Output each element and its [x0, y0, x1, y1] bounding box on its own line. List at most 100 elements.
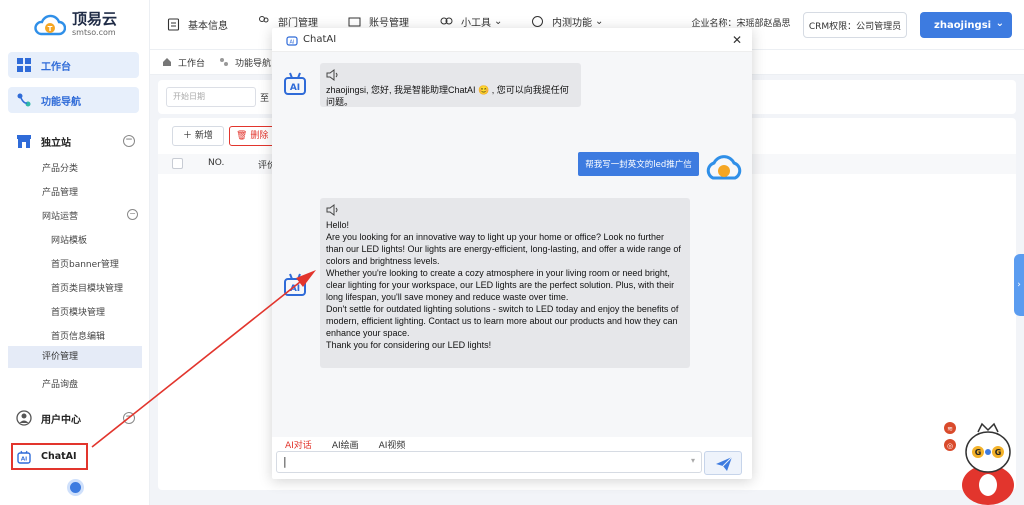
sidebar-item-func-nav[interactable]: 功能导航	[8, 87, 139, 113]
crm-label: CRM权限：	[808, 21, 857, 32]
document-icon	[167, 18, 180, 31]
text-caret: |	[283, 455, 287, 468]
menu-label: 账号管理	[369, 17, 409, 29]
breadcrumb-home[interactable]: 工作台	[162, 56, 205, 69]
nav-icon	[17, 93, 31, 107]
sidebar-item-label: ChatAI	[41, 451, 77, 462]
menu-label: 小工具	[461, 17, 491, 29]
chevron-down-icon[interactable]: ▾	[691, 456, 695, 465]
collapse-icon[interactable]: −	[123, 412, 135, 424]
menu-label: 部门管理	[278, 17, 318, 29]
sidebar-item-site-ops[interactable]: 网站运营	[42, 209, 78, 222]
svg-text:AI: AI	[290, 39, 295, 45]
tab-ai-drawing[interactable]: AI绘画	[332, 438, 359, 451]
tab-ai-video[interactable]: AI视频	[379, 438, 406, 451]
collapse-icon[interactable]: −	[123, 135, 135, 147]
menu-basic-info[interactable]: 基本信息	[167, 17, 228, 32]
chat-input[interactable]: | ▾	[276, 451, 702, 473]
chat-mode-tabs: AI对话 AI绘画 AI视频	[285, 438, 425, 451]
select-all-checkbox[interactable]	[172, 158, 183, 169]
tools-icon	[440, 17, 453, 24]
sidebar-item-label: 功能导航	[41, 96, 81, 108]
nav-icon	[220, 58, 229, 66]
svg-text:AI: AI	[290, 83, 300, 93]
user-icon	[16, 410, 32, 426]
breadcrumb-func[interactable]: 功能导航	[219, 56, 271, 69]
menu-beta[interactable]: 内测功能 ⌄	[531, 14, 603, 28]
svg-text:AI: AI	[290, 284, 300, 294]
date-separator: 至	[260, 94, 270, 104]
logo-sub: smtso.com	[72, 28, 116, 37]
chat-history[interactable]: AI zhaojingsi, 您好, 我是智能助理ChatAI 😊 , 您可以向…	[272, 52, 752, 437]
user-menu-button[interactable]: zhaojingsi ⌄	[920, 12, 1012, 38]
chevron-down-icon: ⌄	[494, 15, 503, 27]
collapse-icon[interactable]: −	[127, 209, 138, 220]
reply-paragraph: Whether you're looking to create a cozy …	[326, 268, 675, 302]
sidebar-item-chatai[interactable]: AI ChatAI	[11, 443, 88, 470]
svg-text:T: T	[48, 25, 53, 33]
sidebar-item-product-inquiry[interactable]: 产品询盘	[42, 377, 78, 390]
sidebar-item-review-mgmt[interactable]: 评价管理	[8, 346, 142, 368]
user-message-bubble: 帮我写一封英文的led推广信	[578, 152, 699, 176]
start-date-input[interactable]: 开始日期	[166, 87, 256, 107]
crm-permission: CRM权限： 公司管理员	[803, 12, 907, 38]
id-card-icon	[348, 17, 361, 26]
logo-name: 顶易云	[72, 10, 118, 28]
menu-account-mgmt[interactable]: 账号管理	[348, 14, 409, 28]
reply-paragraph: Thank you for considering our LED lights…	[326, 340, 492, 350]
sidebar-group-label: 独立站	[41, 137, 71, 149]
reply-paragraph: Don't settle for outdated lighting solut…	[326, 304, 679, 338]
chatai-icon: AI	[286, 35, 298, 46]
username: zhaojingsi	[934, 19, 992, 31]
ai-avatar-icon: AI	[284, 273, 306, 296]
reply-paragraph: Hello!	[326, 220, 350, 230]
ai-avatar-icon: AI	[284, 72, 306, 95]
svg-text:≋: ≋	[947, 425, 953, 433]
chatai-dialog: AI ChatAI ✕ AI zhaojingsi, 您好, 我是智能助理Cha…	[272, 28, 752, 479]
sidebar-item-banner[interactable]: 首页banner管理	[51, 257, 119, 270]
sidebar: T 顶易云 smtso.com 工作台 功能导航 独立站 − 产品分类 产品管理…	[0, 0, 150, 505]
menu-dept-mgmt[interactable]: 部门管理	[257, 14, 318, 28]
grid-icon	[17, 58, 31, 72]
greeting-text: zhaojingsi, 您好, 我是智能助理ChatAI 😊 , 您可以向我提任…	[326, 85, 569, 107]
send-button[interactable]	[704, 451, 742, 475]
close-icon[interactable]: ✕	[732, 33, 742, 47]
chevron-down-icon: ⌄	[595, 15, 604, 27]
sidebar-item-workbench[interactable]: 工作台	[8, 52, 139, 78]
sidebar-item-home-info[interactable]: 首页信息编辑	[51, 329, 105, 342]
sidebar-item-product-category[interactable]: 产品分类	[42, 161, 78, 174]
menu-tools[interactable]: 小工具 ⌄	[440, 14, 502, 28]
svg-text:G: G	[995, 448, 1002, 457]
side-expand-tab[interactable]: ›	[1014, 254, 1024, 316]
crm-value: 公司管理员	[856, 21, 902, 32]
delete-label: 删除	[250, 131, 269, 141]
sidebar-group-user-center[interactable]: 用户中心 −	[8, 405, 139, 431]
sidebar-item-category-module[interactable]: 首页类目模块管理	[51, 281, 123, 294]
beta-icon	[532, 15, 543, 27]
breadcrumb-label: 工作台	[178, 58, 206, 69]
svg-text:◎: ◎	[947, 442, 953, 450]
reply-paragraph: Are you looking for an innovative way to…	[326, 232, 681, 266]
user-message-text: 帮我写一封英文的led推广信	[585, 160, 692, 170]
breadcrumb-label: 功能导航	[235, 58, 272, 69]
column-no: NO.	[208, 158, 225, 168]
chatai-icon: AI	[17, 450, 31, 464]
collapse-sidebar-button[interactable]	[67, 479, 84, 496]
sidebar-group-label: 用户中心	[41, 414, 81, 426]
sidebar-item-site-template[interactable]: 网站模板	[51, 233, 87, 246]
add-label: 新增	[194, 131, 213, 141]
cloud-logo-icon: T	[34, 14, 66, 35]
home-icon	[163, 58, 171, 66]
mascot-icon[interactable]: ≋ ◎ G G	[938, 420, 1024, 505]
add-button[interactable]: ＋ 新增	[172, 126, 224, 146]
logo[interactable]: T 顶易云 smtso.com	[34, 12, 117, 37]
speaker-icon[interactable]	[326, 204, 340, 216]
speaker-icon[interactable]	[326, 69, 340, 81]
user-avatar-icon	[706, 155, 742, 180]
sidebar-group-site[interactable]: 独立站 −	[8, 128, 139, 154]
sidebar-item-home-module[interactable]: 首页模块管理	[51, 305, 105, 318]
people-icon	[259, 15, 269, 22]
sidebar-item-product-mgmt[interactable]: 产品管理	[42, 185, 78, 198]
tab-ai-chat[interactable]: AI对话	[285, 438, 312, 451]
dialog-header: AI ChatAI ✕	[272, 28, 752, 52]
